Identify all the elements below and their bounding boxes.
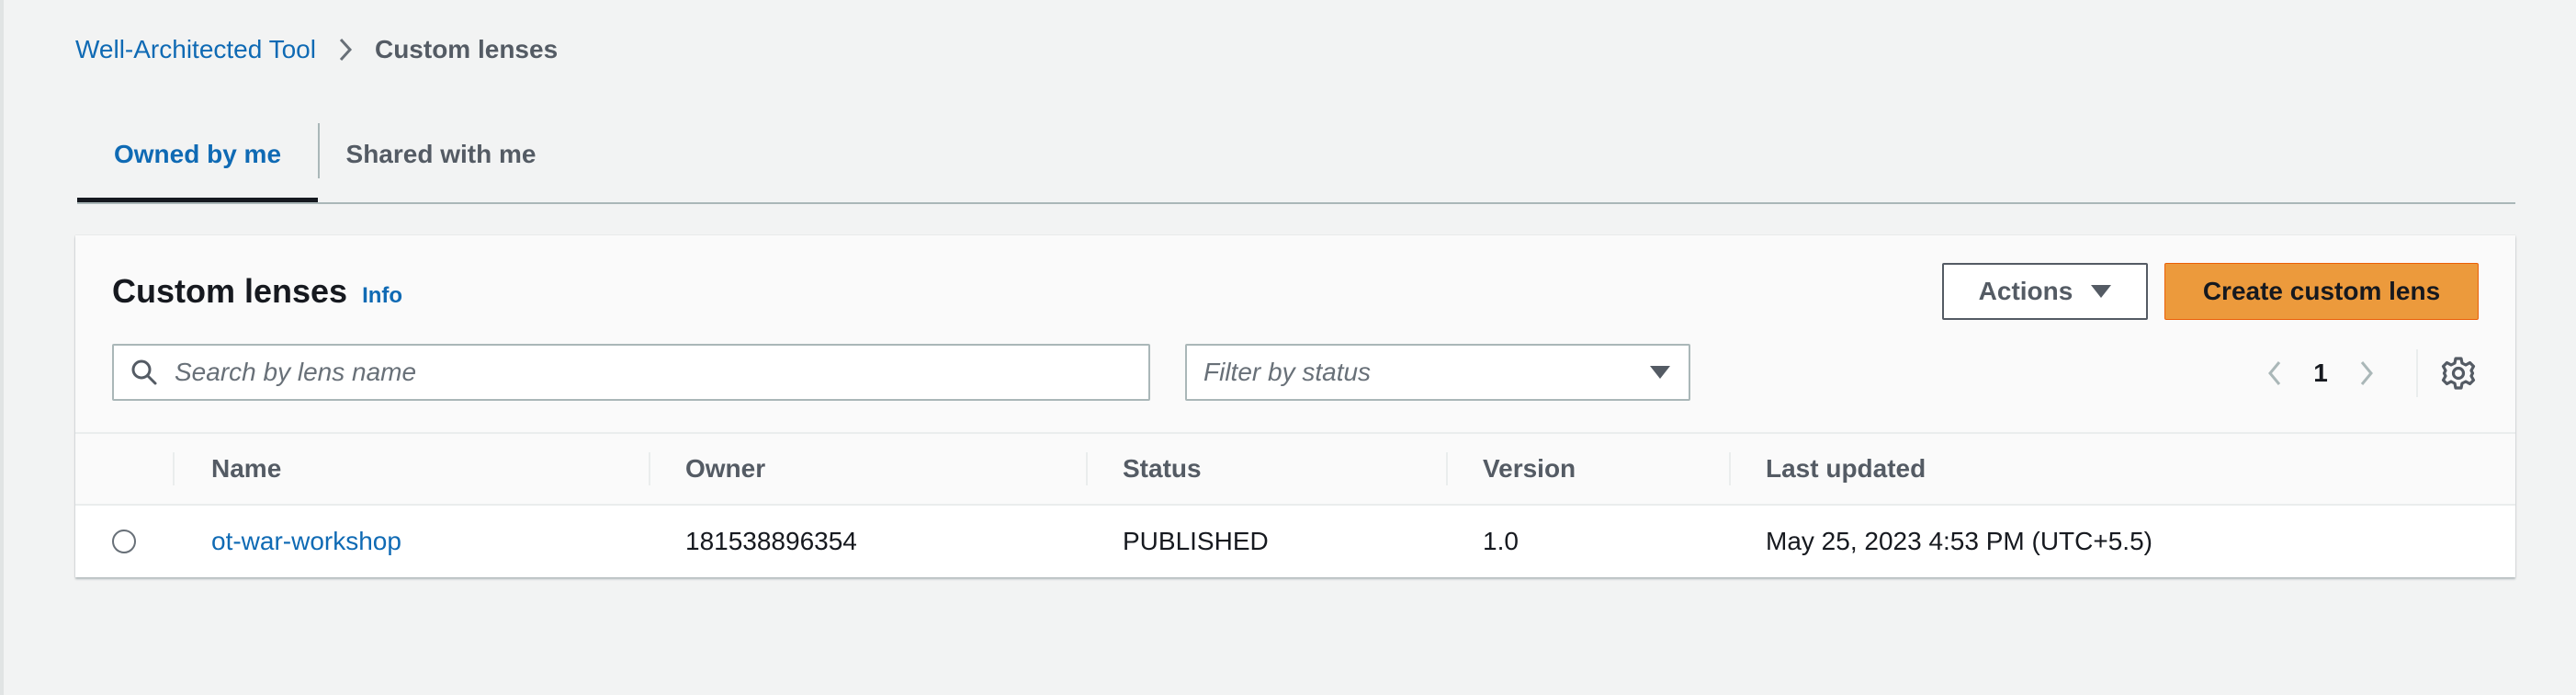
previous-page-button[interactable] [2256,346,2293,401]
pagination-divider [2416,349,2418,397]
column-header-status[interactable]: Status [1123,434,1202,504]
chevron-right-icon [327,33,364,66]
filter-status-select[interactable]: Filter by status [1185,344,1690,401]
breadcrumb-well-architected-tool[interactable]: Well-Architected Tool [75,35,316,64]
gear-icon[interactable] [2440,355,2477,392]
caret-down-icon [1650,366,1670,379]
column-divider [1086,452,1088,485]
table-title-group: Custom lenses Info [112,272,402,311]
page-number-current[interactable]: 1 [2293,359,2348,388]
create-custom-lens-button[interactable]: Create custom lens [2164,263,2479,320]
table-header-row: Name Owner Status Version Last updated [75,434,2515,506]
tab-divider [318,123,320,178]
caret-down-icon [2091,285,2112,298]
lens-version: 1.0 [1483,527,1519,555]
lens-owner: 181538896354 [685,527,857,555]
chevron-right-icon [2360,361,2373,385]
search-icon [131,359,157,385]
column-divider [173,452,175,485]
custom-lenses-table-container: Custom lenses Info Actions Create custom… [75,235,2515,577]
breadcrumb-current-page: Custom lenses [374,35,559,63]
tab-owned-by-me[interactable]: Owned by me [77,108,318,202]
column-header-owner[interactable]: Owner [685,434,765,504]
column-divider [1446,452,1448,485]
filter-status-placeholder: Filter by status [1203,358,1372,386]
breadcrumb: Well-Architected Tool Custom lenses [75,33,558,66]
table-header-area: Custom lenses Info Actions Create custom… [75,235,2515,434]
column-header-version[interactable]: Version [1483,434,1576,504]
column-divider [649,452,650,485]
search-input[interactable] [175,358,1121,387]
pagination: 1 [2256,346,2385,401]
info-link[interactable]: Info [362,283,402,309]
page-left-border [0,0,4,695]
tab-shared-with-me[interactable]: Shared with me [322,108,560,200]
table-row[interactable]: ot-war-workshop 181538896354 PUBLISHED 1… [75,506,2515,577]
row-select-radio[interactable] [112,530,136,553]
search-field[interactable] [112,344,1150,401]
tab-bar: Owned by me Shared with me [77,108,2515,204]
chevron-left-icon [2268,361,2281,385]
lens-status: PUBLISHED [1123,527,1269,555]
lens-name-link[interactable]: ot-war-workshop [211,506,401,577]
column-header-last-updated[interactable]: Last updated [1766,434,1926,504]
actions-dropdown-button[interactable]: Actions [1942,263,2148,320]
column-divider [1729,452,1731,485]
table-title: Custom lenses [112,272,348,310]
lens-last-updated: May 25, 2023 4:53 PM (UTC+5.5) [1766,527,2152,555]
next-page-button[interactable] [2348,346,2385,401]
column-header-name[interactable]: Name [211,434,281,504]
actions-button-label: Actions [1978,277,2073,305]
